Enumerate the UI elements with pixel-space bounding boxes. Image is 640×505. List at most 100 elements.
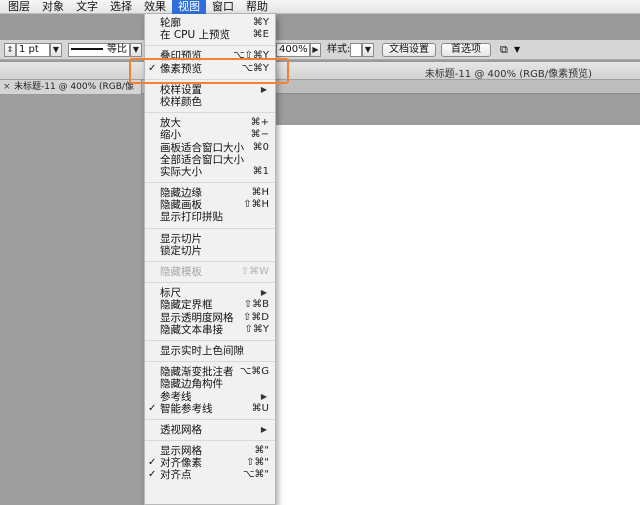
menu-help[interactable]: 帮助: [240, 0, 274, 14]
arrange-dropdown-icon[interactable]: ▼: [514, 43, 520, 57]
view-menu-item[interactable]: 隐藏文本串接 ⇧⌘Y: [145, 324, 275, 336]
view-menu-item-label: 轮廓: [160, 17, 181, 29]
view-menu-item[interactable]: 显示网格 ⌘": [145, 445, 275, 457]
view-menu-item-shortcut: ⌘": [254, 445, 269, 457]
watermark-logo-icon: 头: [531, 480, 550, 499]
view-menu-item[interactable]: 隐藏边角构件: [145, 378, 275, 390]
view-menu-item-label: 隐藏定界框: [160, 299, 213, 312]
view-menu-item[interactable]: 校样颜色: [145, 96, 275, 108]
menu-separator: [145, 418, 275, 420]
checkmark-icon: ✓: [148, 62, 157, 74]
document-tab[interactable]: × 未标题-11 @ 400% (RGB/像素预览): [0, 80, 142, 106]
view-menu-item-shortcut: ⌘H: [251, 187, 269, 199]
arrange-icon[interactable]: ⧉: [500, 43, 508, 57]
view-menu-item-shortcut: ⌥⌘Y: [241, 62, 269, 74]
stroke-weight-field[interactable]: 1 pt: [16, 43, 50, 57]
view-menu-item-label: 隐藏边角构件: [160, 378, 223, 391]
style-dropdown[interactable]: ▼: [362, 43, 374, 57]
view-menu-item-label: 在 CPU 上预览: [160, 29, 231, 42]
view-menu-item[interactable]: 显示切片: [145, 233, 275, 245]
view-menu-item: 隐藏模板 ⇧⌘W: [145, 266, 275, 278]
menu-separator: [145, 440, 275, 442]
stroke-weight-stepper[interactable]: ⇕: [4, 43, 16, 57]
zoom-arrow-button[interactable]: ▶: [310, 43, 321, 57]
view-menu-item[interactable]: ✓ 智能参考线 ⌘U: [145, 403, 275, 415]
view-menu-item[interactable]: 隐藏渐变批注者 ⌥⌘G: [145, 366, 275, 378]
view-menu-item-shortcut: ⌘E: [252, 29, 269, 41]
view-menu-item[interactable]: 标尺 ▶: [145, 287, 275, 299]
view-menu-item-shortcut: ⌘Y: [252, 17, 269, 28]
view-menu-item-label: 标尺: [160, 287, 181, 300]
view-menu-item-label: 缩小: [160, 129, 181, 142]
menu-layer[interactable]: 图层: [2, 0, 36, 14]
document-title-bar: 未标题-11 @ 400% (RGB/像素预览): [0, 62, 640, 80]
view-menu-item-shortcut: ⇧⌘Y: [244, 323, 270, 335]
view-menu-item[interactable]: 实际大小 ⌘1: [145, 166, 275, 178]
control-bar: ⇕ 1 pt ▼ 等比 ▼ 400% ▶ 样式: ▼ 文档设置 首选项 ⧉ ▼: [0, 40, 640, 60]
view-menu-item-shortcut: ⌥⇧⌘Y: [232, 50, 269, 62]
stroke-line-preview: [71, 48, 103, 50]
view-menu-item[interactable]: 锁定切片: [145, 245, 275, 257]
view-menu-item-shortcut: ⇧⌘H: [243, 199, 269, 211]
view-menu-item-label: 放大: [160, 117, 181, 130]
view-menu-item[interactable]: 缩小 ⌘−: [145, 129, 275, 141]
menu-separator: [145, 78, 275, 80]
view-menu-item[interactable]: 隐藏边缘 ⌘H: [145, 187, 275, 199]
zoom-field[interactable]: 400%: [276, 43, 310, 57]
view-menu-item[interactable]: 隐藏画板 ⇧⌘H: [145, 199, 275, 211]
view-menu-item-shortcut: ⌘U: [251, 402, 269, 414]
view-menu-item-label: 锁定切片: [160, 244, 202, 257]
view-menu-item[interactable]: ✓ 对齐像素 ⇧⌘": [145, 457, 275, 469]
artboard[interactable]: [276, 125, 640, 505]
menu-view[interactable]: 视图: [172, 0, 206, 14]
submenu-arrow-icon: ▶: [260, 288, 267, 298]
canvas-area[interactable]: [0, 95, 640, 505]
submenu-arrow-icon: ▶: [260, 84, 267, 94]
view-menu-item[interactable]: 参考线 ▶: [145, 391, 275, 403]
preferences-button[interactable]: 首选项: [441, 43, 491, 57]
view-menu-item[interactable]: 画板适合窗口大小 ⌘0: [145, 142, 275, 154]
view-menu-item[interactable]: 叠印预览 ⌥⇧⌘Y: [145, 50, 275, 62]
menu-select[interactable]: 选择: [104, 0, 138, 14]
menu-effect[interactable]: 效果: [138, 0, 172, 14]
view-menu-item[interactable]: 校样设置 ▶: [145, 84, 275, 96]
view-menu-item-label: 显示切片: [160, 232, 202, 245]
view-menu-item[interactable]: 全部适合窗口大小: [145, 154, 275, 166]
watermark: 头 头条@空问答: [531, 480, 632, 499]
menu-type[interactable]: 文字: [70, 0, 104, 14]
view-menu-item-label: 显示透明度网格: [160, 311, 234, 324]
menu-window[interactable]: 窗口: [206, 0, 240, 14]
menu-separator: [145, 227, 275, 229]
menu-separator: [145, 339, 275, 341]
view-menu-item[interactable]: 在 CPU 上预览 ⌘E: [145, 29, 275, 41]
view-menu-item[interactable]: 隐藏定界框 ⇧⌘B: [145, 299, 275, 311]
view-menu-item[interactable]: 轮廓 ⌘Y: [145, 17, 275, 29]
view-menu-item-shortcut: ⇧⌘W: [240, 266, 269, 277]
stroke-profile-dropdown[interactable]: ▼: [130, 43, 142, 57]
view-menu-item-shortcut: ⌘0: [252, 141, 269, 153]
view-menu-item-label: 显示实时上色间隙: [160, 344, 244, 357]
view-menu-item[interactable]: 放大 ⌘+: [145, 117, 275, 129]
stroke-profile-field[interactable]: 等比: [68, 43, 130, 57]
style-swatch[interactable]: [350, 43, 362, 57]
document-setup-button[interactable]: 文档设置: [382, 43, 436, 57]
view-menu-item-label: 对齐像素: [160, 457, 202, 470]
view-menu-item-label: 隐藏边缘: [160, 187, 202, 200]
view-menu-item[interactable]: 显示打印拼贴: [145, 211, 275, 223]
view-menu-item-label: 叠印预览: [160, 50, 202, 63]
menu-separator: [145, 261, 275, 262]
stroke-weight-dropdown[interactable]: ▼: [50, 43, 62, 57]
menu-object[interactable]: 对象: [36, 0, 70, 14]
view-menu-item[interactable]: 显示实时上色间隙: [145, 345, 275, 357]
view-menu-item-shortcut: ⌘1: [252, 165, 269, 177]
view-menu-item[interactable]: ✓ 像素预览 ⌥⌘Y: [145, 63, 275, 75]
view-menu-item[interactable]: ✓ 对齐点 ⌥⌘": [145, 469, 275, 481]
style-label: 样式:: [327, 44, 351, 55]
view-menu-item[interactable]: 透视网格 ▶: [145, 424, 275, 436]
view-menu-item-shortcut: ⇧⌘B: [243, 299, 269, 311]
checkmark-icon: ✓: [148, 457, 157, 469]
tab-close-icon[interactable]: ×: [3, 80, 11, 94]
view-menu-item[interactable]: 显示透明度网格 ⇧⌘D: [145, 312, 275, 324]
view-menu-item-shortcut: ⇧⌘D: [242, 311, 269, 323]
view-menu-item-label: 隐藏画板: [160, 199, 202, 212]
